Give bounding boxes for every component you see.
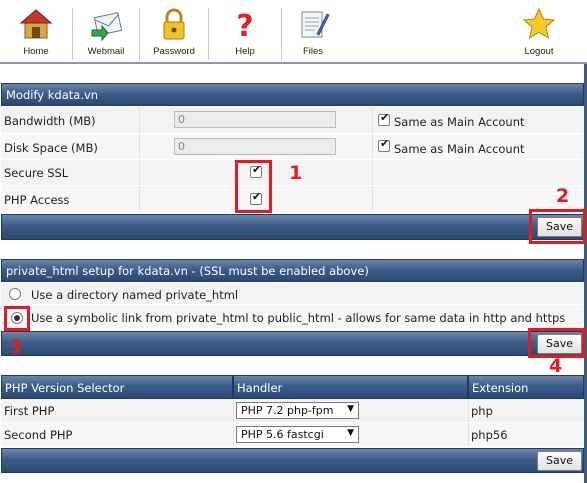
bandwidth-same-checkbox[interactable]: ✔ [378, 111, 390, 126]
toolbar-help-label: Help [235, 46, 255, 57]
files-icon [301, 11, 330, 38]
diskspace-label: Disk Space (MB) [4, 141, 98, 155]
php-access-label: PHP Access [4, 193, 70, 207]
php-version-column-header: PHP Version Selector [1, 375, 233, 399]
bandwidth-input[interactable]: 0 [174, 111, 336, 128]
private-html-section-header: private_html setup for kdata.vn - (SSL m… [1, 259, 584, 282]
annotation-number-2: 2 [556, 185, 570, 207]
private-html-symlink-row: Use a symbolic link from private_html to… [1, 305, 584, 330]
bandwidth-same-label: Same as Main Account [394, 115, 525, 129]
column-divider [139, 134, 140, 159]
column-divider [233, 399, 234, 422]
toolbar-webmail-label: Webmail [87, 46, 125, 57]
toolbar-files-label: Files [302, 46, 324, 57]
column-divider [468, 399, 469, 422]
bandwidth-row: Bandwidth (MB) 0 ✔ Same as Main Account [1, 107, 584, 134]
table-row: Second PHP PHP 5.6 fastcgi ▼ php56 [1, 423, 584, 447]
toolbar-password-button[interactable]: Password [140, 0, 208, 62]
first-php-handler-select[interactable]: PHP 7.2 php-fpm ▼ [236, 402, 359, 419]
column-divider [372, 134, 373, 159]
second-php-handler-select[interactable]: PHP 5.6 fastcgi ▼ [236, 426, 359, 443]
column-divider [139, 107, 140, 133]
private-html-footer-bar: Save [1, 331, 584, 356]
diskspace-same-checkbox[interactable]: ✔ [378, 137, 390, 152]
column-divider [372, 160, 373, 185]
private-html-section-title: private_html setup for kdata.vn - (SSL m… [6, 264, 369, 278]
annotation-box-4 [528, 328, 585, 358]
toolbar-files-button[interactable]: Files [282, 0, 344, 62]
modify-section-header: Modify kdata.vn [1, 83, 584, 106]
php-selector-header: PHP Version Selector Handler Extension [1, 375, 584, 399]
private-html-directory-radio[interactable] [9, 288, 21, 300]
toolbar-webmail-button[interactable]: Webmail [73, 0, 139, 62]
annotation-number-1: 1 [289, 162, 303, 184]
lock-icon [163, 8, 185, 40]
column-divider [139, 160, 140, 185]
svg-text:?: ? [236, 9, 253, 42]
webmail-icon [91, 12, 123, 42]
column-divider [233, 423, 234, 446]
diskspace-row: Disk Space (MB) 0 ✔ Same as Main Account [1, 134, 584, 160]
php-access-row: PHP Access ✔ [1, 186, 584, 213]
toolbar-logout-button[interactable]: Logout [506, 0, 572, 62]
top-toolbar: Home Webmail Password ? Help Files Logou… [0, 0, 587, 64]
star-icon [522, 7, 556, 40]
secure-ssl-label: Secure SSL [4, 166, 69, 180]
modify-section-title: Modify kdata.vn [6, 88, 99, 102]
first-php-handler-value: PHP 7.2 php-fpm [241, 404, 334, 417]
annotation-number-3: 3 [9, 336, 23, 358]
annotation-box-3 [4, 306, 30, 331]
annotation-box-1 [235, 160, 272, 213]
table-row: First PHP PHP 7.2 php-fpm ▼ php [1, 399, 584, 423]
checkmark-icon: ✔ [380, 137, 390, 150]
annotation-box-2 [529, 209, 586, 244]
help-icon: ? [236, 9, 253, 42]
column-divider [139, 186, 140, 212]
private-html-directory-label: Use a directory named private_html [31, 288, 239, 302]
column-divider [372, 186, 373, 212]
toolbar-password-label: Password [153, 46, 195, 57]
column-divider [468, 423, 469, 446]
bandwidth-label: Bandwidth (MB) [4, 114, 96, 128]
modify-footer-bar: Save [1, 214, 584, 240]
php-row-name: Second PHP [4, 428, 73, 442]
toolbar-home-label: Home [23, 46, 49, 57]
home-icon [19, 9, 53, 39]
dropdown-arrow-icon: ▼ [347, 428, 354, 438]
handler-column-header: Handler [233, 375, 468, 399]
toolbar-help-button[interactable]: ? Help [209, 0, 281, 62]
diskspace-input[interactable]: 0 [174, 138, 336, 155]
toolbar-bottom-border [0, 62, 587, 64]
annotation-number-4: 4 [549, 355, 563, 377]
column-divider [372, 107, 373, 133]
toolbar-home-button[interactable]: Home [0, 0, 72, 62]
second-php-handler-value: PHP 5.6 fastcgi [241, 428, 324, 441]
php-selector-footer-bar: Save [1, 448, 584, 473]
toolbar-logout-label: Logout [524, 46, 554, 57]
private-html-symlink-label: Use a symbolic link from private_html to… [31, 311, 566, 325]
private-html-directory-row: Use a directory named private_html [1, 283, 584, 305]
php-row-extension: php [471, 404, 493, 418]
dropdown-arrow-icon: ▼ [347, 404, 354, 414]
php-row-extension: php56 [471, 428, 508, 442]
php-selector-save-button[interactable]: Save [537, 451, 582, 471]
php-row-name: First PHP [4, 404, 55, 418]
checkmark-icon: ✔ [380, 111, 390, 124]
extension-column-header: Extension [468, 375, 584, 399]
diskspace-same-label: Same as Main Account [394, 142, 525, 156]
